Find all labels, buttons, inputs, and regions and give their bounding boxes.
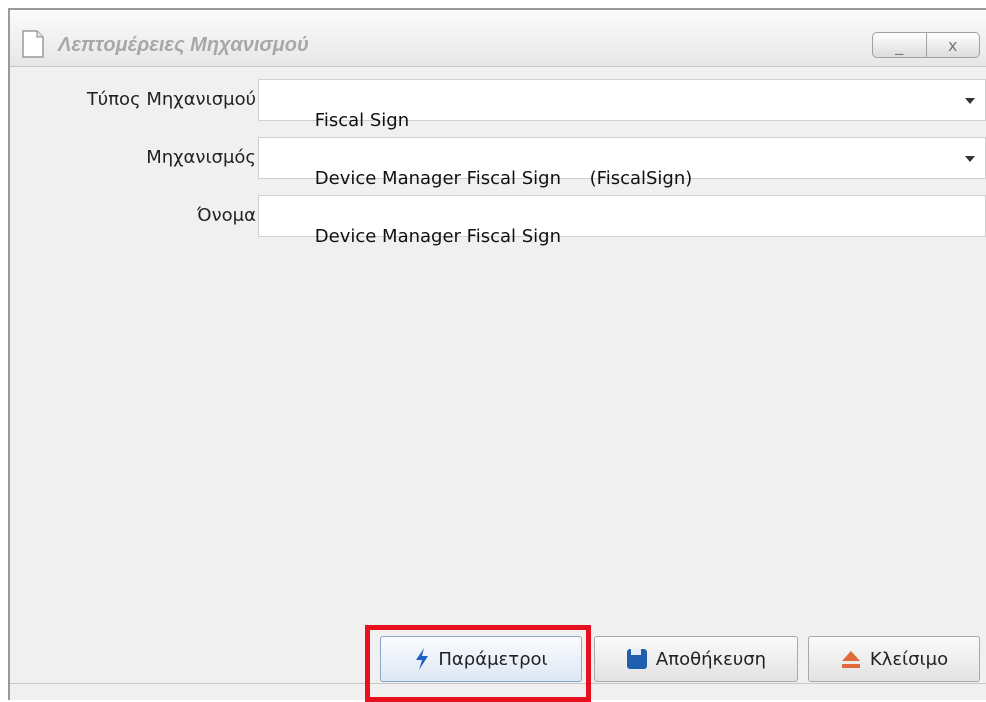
eject-icon	[841, 651, 860, 668]
save-button-label: Αποθήκευση	[655, 648, 767, 670]
name-input[interactable]: Device Manager Fiscal Sign	[258, 195, 986, 247]
document-icon	[22, 30, 44, 58]
chevron-down-icon[interactable]	[965, 98, 975, 104]
device-label: Μηχανισμός	[146, 147, 256, 168]
device-row: Μηχανισμός Device Manager Fiscal Sign (F…	[10, 137, 986, 189]
device-type-row: Τύπος Μηχανισμού Fiscal Sign	[10, 79, 986, 131]
title-bar[interactable]: Λεπτομέρειες Μηχανισμού _ x	[10, 10, 986, 66]
close-window-button[interactable]: x	[926, 32, 980, 58]
chevron-down-icon[interactable]	[965, 156, 975, 162]
close-icon: x	[948, 35, 958, 55]
device-type-select[interactable]: Fiscal Sign	[258, 79, 986, 131]
window-controls: _ x	[872, 32, 980, 58]
device-details-window: Λεπτομέρειες Μηχανισμού _ x Τύπος Μηχανι…	[8, 8, 986, 702]
floppy-disk-icon	[626, 649, 647, 669]
minimize-icon: _	[895, 35, 904, 55]
device-type-value: Fiscal Sign	[314, 110, 410, 131]
name-label: Όνομα	[196, 205, 256, 226]
name-value: Device Manager Fiscal Sign	[314, 226, 562, 247]
device-value: Device Manager Fiscal Sign (FiscalSign)	[314, 168, 693, 189]
device-select[interactable]: Device Manager Fiscal Sign (FiscalSign)	[258, 137, 986, 189]
close-button[interactable]: Κλείσιμο	[808, 636, 980, 682]
device-type-label: Τύπος Μηχανισμού	[86, 89, 256, 110]
window-title: Λεπτομέρειες Μηχανισμού	[58, 34, 309, 56]
name-row: Όνομα Device Manager Fiscal Sign	[10, 195, 986, 247]
parameters-highlight-box	[365, 625, 591, 702]
save-button[interactable]: Αποθήκευση	[594, 636, 798, 682]
close-button-label: Κλείσιμο	[869, 648, 949, 670]
minimize-button[interactable]: _	[872, 32, 927, 58]
form-panel: Τύπος Μηχανισμού Fiscal Sign Μηχανισμός …	[10, 66, 986, 700]
